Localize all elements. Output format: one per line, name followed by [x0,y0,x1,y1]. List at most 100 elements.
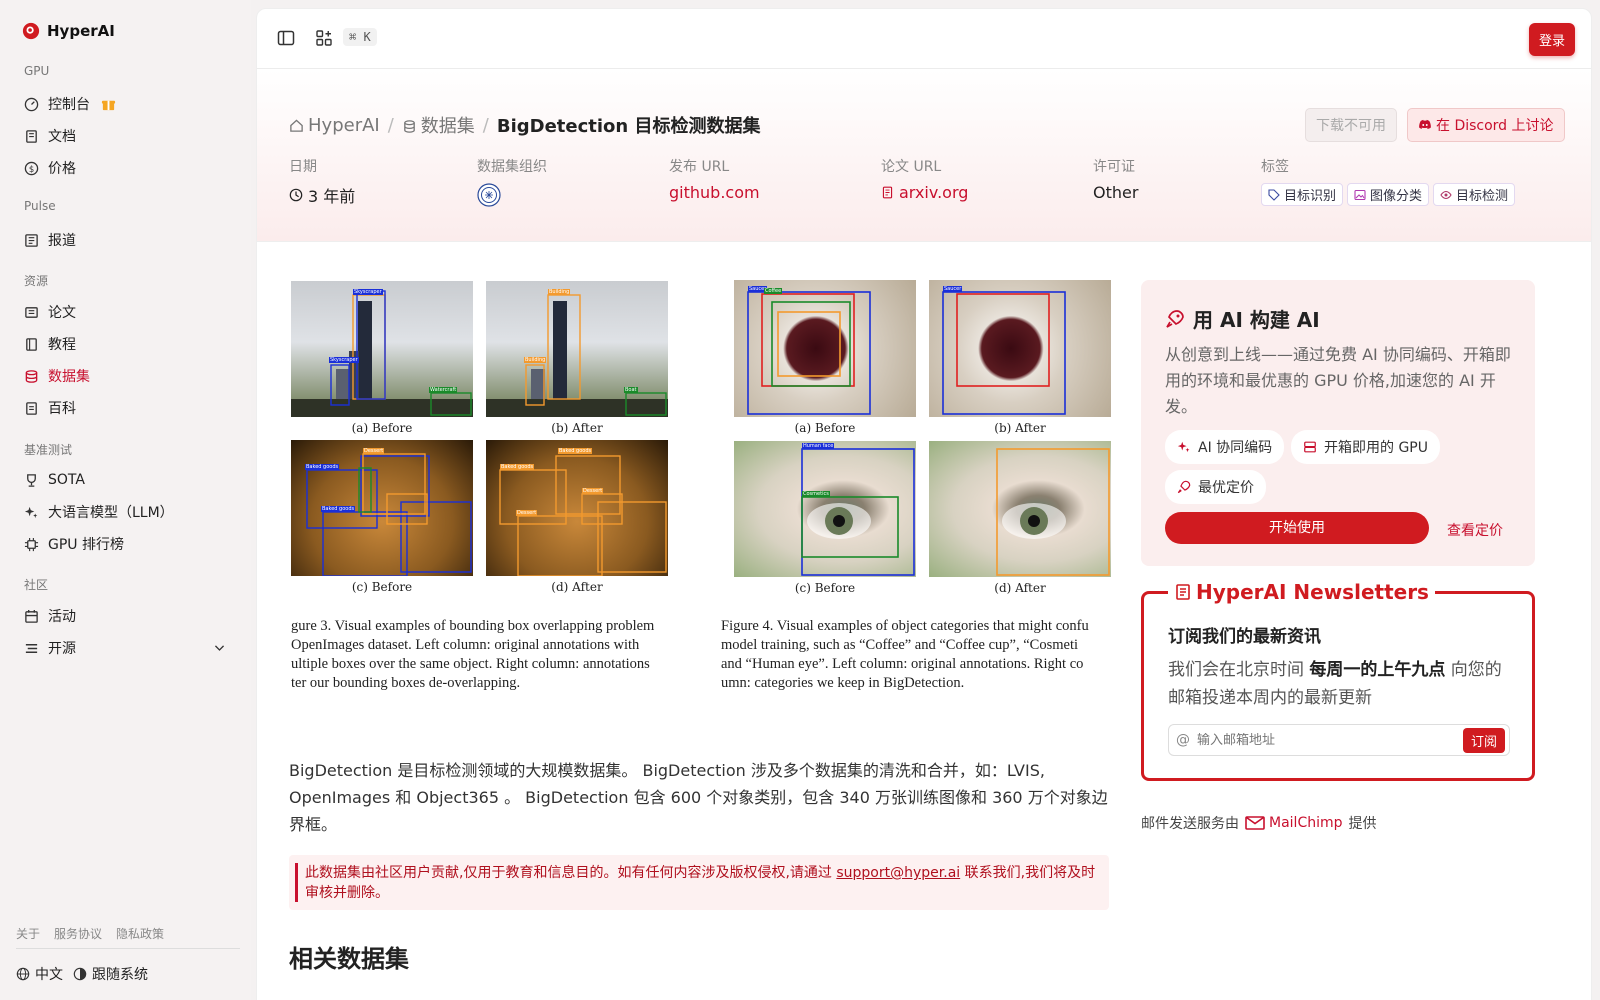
promo-title-text: 用 AI 构建 AI [1193,308,1320,332]
mailchimp-link[interactable]: MailChimp [1245,815,1343,831]
caption-right-b: (b) After [994,421,1046,435]
newsletter-heading: 订阅我们的最新资讯 [1168,627,1321,647]
rocket-icon [1177,480,1191,494]
view-pricing-link[interactable]: 查看定价 [1447,520,1503,540]
chip-label: AI 协同编码 [1198,440,1273,456]
sidebar-item-label: 数据集 [48,369,90,385]
sidebar-item-sota[interactable]: SOTA [16,465,236,495]
sidebar-item-pricing[interactable]: $ 价格 [16,153,236,183]
document-icon [882,186,893,199]
sidebar-item-docs[interactable]: 文档 [16,121,236,151]
breadcrumb-datasets[interactable]: 数据集 [402,112,475,138]
coffee-before-drawing [747,291,871,415]
sidebar-item-label: 大语言模型（LLM） [48,505,174,521]
newsletter-title-text: HyperAI Newsletters [1196,580,1429,604]
brand-logo[interactable]: HyperAI [22,22,115,40]
book-icon [26,129,37,143]
newsletter-text-bold: 每周一的上午九点 [1309,660,1446,680]
sidebar-item-gpu-leaderboard[interactable]: GPU 排行榜 [16,529,236,559]
tag-icon [1268,188,1280,201]
sidebar-item-papers[interactable]: 论文 [16,297,236,327]
organization-seal-icon[interactable] [477,183,501,207]
skyline-before-drawing [291,290,473,417]
sidebar-item-llm[interactable]: 大语言模型（LLM） [16,497,236,527]
wiki-icon [26,401,37,415]
sidebar-item-wiki[interactable]: 百科 [16,393,236,423]
discord-button[interactable]: 在 Discord 上讨论 [1407,108,1565,142]
chip-ai-coding[interactable]: AI 协同编码 [1165,430,1285,464]
meta-org: 数据集组织 [477,156,547,207]
meta-paper-label: 论文 URL [881,159,942,175]
paper-url-link[interactable]: arxiv.org [881,183,968,202]
sidebar-item-open-source[interactable]: 开源 [16,633,236,663]
release-url-link[interactable]: github.com [669,183,760,202]
chip-best-pricing[interactable]: 最优定价 [1165,470,1266,504]
tag-object-recognition[interactable]: 目标识别 [1261,183,1344,206]
apps-grid-icon[interactable] [315,29,333,47]
fig3-line: ter our bounding boxes de-overlapping. [291,675,521,691]
sidebar-item-label: GPU 排行榜 [48,537,124,553]
tag-image-classification[interactable]: 图像分类 [1347,183,1430,206]
sidebar-item-console[interactable]: 控制台 [16,89,236,119]
at-icon: @ [1176,732,1190,748]
theme-switcher[interactable]: 跟随系统 [73,964,148,984]
figure-image-coffee-before: Saucer Coffee [734,280,916,417]
sidebar-item-events[interactable]: 活动 [16,601,236,631]
fig3-line: ultiple boxes over the same object. Righ… [291,656,650,672]
eye-before-drawing [801,448,915,576]
main-panel: ⌘ K 登录 HyperAI / 数据集 / BigDetection 目标检测… [256,8,1592,1000]
email-field: @ 订阅 [1168,724,1510,756]
footer-link-terms[interactable]: 服务协议 [54,925,102,942]
download-button[interactable]: 下载不可用 [1305,108,1397,142]
newsletter-card: HyperAI Newsletters 订阅我们的最新资讯 我们会在北京时间 每… [1141,580,1535,781]
meta-tags-label: 标签 [1261,159,1289,175]
discord-icon [1419,119,1431,129]
footer-link-about[interactable]: 关于 [16,925,40,942]
theme-icon [73,967,87,981]
fig4-line: Figure 4. Visual examples of object cate… [721,618,1089,634]
promo-card: 用 AI 构建 AI 从创意到上线——通过免费 AI 协同编码、开箱即用的环境和… [1141,280,1535,566]
footer-link-privacy[interactable]: 隐私政策 [116,925,164,942]
box-label: Dessert [582,488,604,494]
box-label: Dessert [363,448,385,454]
sidebar-item-label: 报道 [48,233,76,249]
chip-label: 开箱即用的 GPU [1324,440,1428,456]
fig3-line: gure 3. Visual examples of bounding box … [291,618,655,634]
dataset-header: HyperAI / 数据集 / BigDetection 目标检测数据集 下载不… [257,70,1591,242]
sidebar-item-tutorials[interactable]: 教程 [16,329,236,359]
box-label: Boat [624,387,638,393]
figure-image-skyline-before: Skyscraper Skyscraper Watercraft [291,281,473,417]
svg-text:$: $ [29,163,34,173]
command-shortcut[interactable]: ⌘ K [343,28,377,46]
breadcrumb-home[interactable]: HyperAI [289,115,380,136]
sidebar-toggle-icon[interactable] [277,29,295,47]
tag-object-detection[interactable]: 目标检测 [1433,183,1516,206]
subscribe-button[interactable]: 订阅 [1462,727,1505,753]
newsletter-title: HyperAI Newsletters [1168,580,1435,604]
powered-suffix: 提供 [1348,816,1377,832]
notice-prefix: 此数据集由社区用户贡献,仅用于教育和信息目的。如有任何内容涉及版权侵权,请通过 [305,865,837,881]
figure-image-cookies-before: Baked goods Baked goods Dessert [291,440,473,576]
chevron-down-icon[interactable] [213,641,226,654]
sidebar-item-datasets[interactable]: 数据集 [16,361,236,391]
support-email-link[interactable]: support@hyper.ai [836,865,960,881]
login-button[interactable]: 登录 [1528,23,1575,56]
newsletter-text: 我们会在北京时间 每周一的上午九点 向您的邮箱投递本周内的最新更新 [1168,656,1513,712]
language-switcher[interactable]: 中文 [16,964,63,984]
fig3-line: OpenImages dataset. Left column: origina… [291,637,640,653]
mailchimp-text: MailChimp [1269,815,1343,831]
email-input[interactable] [1197,732,1463,748]
gauge-icon [24,97,39,111]
box-label: Human face [802,443,835,449]
fig4-line: and “Human eye”. Left column: original a… [721,656,1084,672]
chip-ready-gpu[interactable]: 开箱即用的 GPU [1291,430,1440,464]
box-label: Saucer [943,286,963,292]
powered-by: 邮件发送服务由 MailChimp 提供 [1141,813,1377,833]
box-label: Skyscraper [329,357,359,363]
box-label: Coffee [764,288,783,294]
copyright-notice: 此数据集由社区用户贡献,仅用于教育和信息目的。如有任何内容涉及版权侵权,请通过 … [289,855,1109,910]
fig4-line: umn: categories we keep in BigDetection. [721,675,965,691]
sidebar-item-reports[interactable]: 报道 [16,225,236,255]
box-label: Building [524,357,547,363]
get-started-button[interactable]: 开始使用 [1165,512,1429,544]
